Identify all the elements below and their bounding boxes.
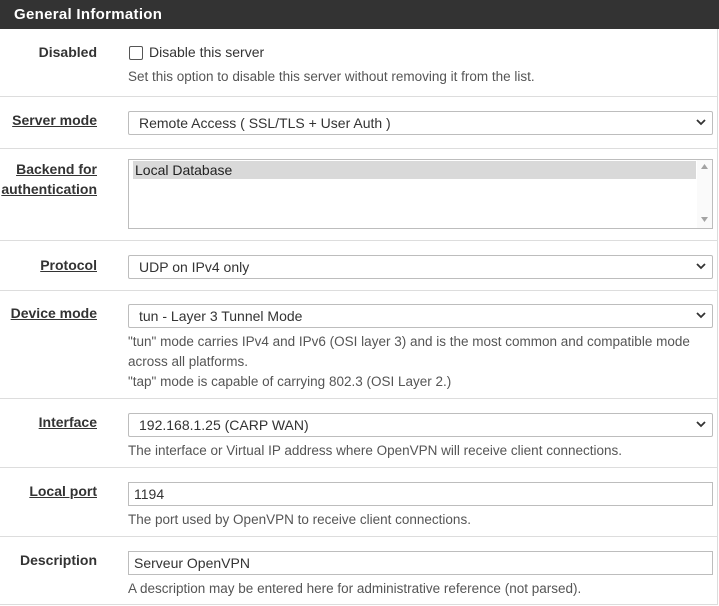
disable-server-checkbox-label[interactable]: Disable this server — [149, 42, 264, 62]
device-mode-hint-tap: "tap" mode is capable of carrying 802.3 … — [128, 374, 452, 389]
server-mode-label[interactable]: Server mode — [12, 110, 97, 130]
chevron-down-icon — [696, 119, 706, 126]
device-mode-hint-tun: "tun" mode carries IPv4 and IPv6 (OSI la… — [128, 334, 690, 349]
local-port-input[interactable]: 1194 — [128, 482, 713, 506]
server-mode-value: Remote Access ( SSL/TLS + User Auth ) — [139, 115, 391, 131]
device-mode-label[interactable]: Device mode — [11, 303, 97, 323]
interface-hint: The interface or Virtual IP address wher… — [128, 443, 622, 458]
chevron-down-icon — [696, 263, 706, 270]
protocol-value: UDP on IPv4 only — [139, 259, 250, 275]
backend-option-local-database[interactable]: Local Database — [133, 161, 696, 179]
general-information-panel: General Information Disabled Disable thi… — [0, 0, 719, 605]
backend-auth-label[interactable]: Backend for authentication — [1, 159, 97, 199]
protocol-label[interactable]: Protocol — [40, 255, 97, 275]
backend-auth-listbox[interactable]: Local Database — [128, 159, 713, 229]
description-label: Description — [19, 552, 97, 568]
listbox-scrollbar[interactable] — [697, 160, 712, 228]
chevron-down-icon — [696, 312, 706, 319]
device-mode-select[interactable]: tun - Layer 3 Tunnel Mode — [128, 304, 713, 328]
scroll-down-arrow-icon[interactable] — [701, 217, 708, 222]
disable-server-checkbox[interactable] — [129, 46, 143, 60]
interface-select[interactable]: 192.168.1.25 (CARP WAN) — [128, 413, 713, 437]
server-mode-select[interactable]: Remote Access ( SSL/TLS + User Auth ) — [128, 111, 713, 135]
local-port-label[interactable]: Local port — [29, 481, 97, 501]
description-hint: A description may be entered here for ad… — [128, 581, 582, 596]
disabled-label: Disabled — [38, 44, 97, 60]
interface-value: 192.168.1.25 (CARP WAN) — [139, 417, 309, 433]
protocol-select[interactable]: UDP on IPv4 only — [128, 255, 713, 279]
device-mode-value: tun - Layer 3 Tunnel Mode — [139, 308, 303, 324]
chevron-down-icon — [696, 421, 706, 428]
disabled-hint: Set this option to disable this server w… — [128, 69, 535, 84]
scroll-up-arrow-icon[interactable] — [701, 164, 708, 169]
interface-label[interactable]: Interface — [39, 412, 97, 432]
description-input[interactable]: Serveur OpenVPN — [128, 551, 713, 575]
device-mode-hint-tun-cont: across all platforms. — [128, 354, 249, 369]
section-heading: General Information — [0, 0, 719, 29]
local-port-hint: The port used by OpenVPN to receive clie… — [128, 512, 471, 527]
